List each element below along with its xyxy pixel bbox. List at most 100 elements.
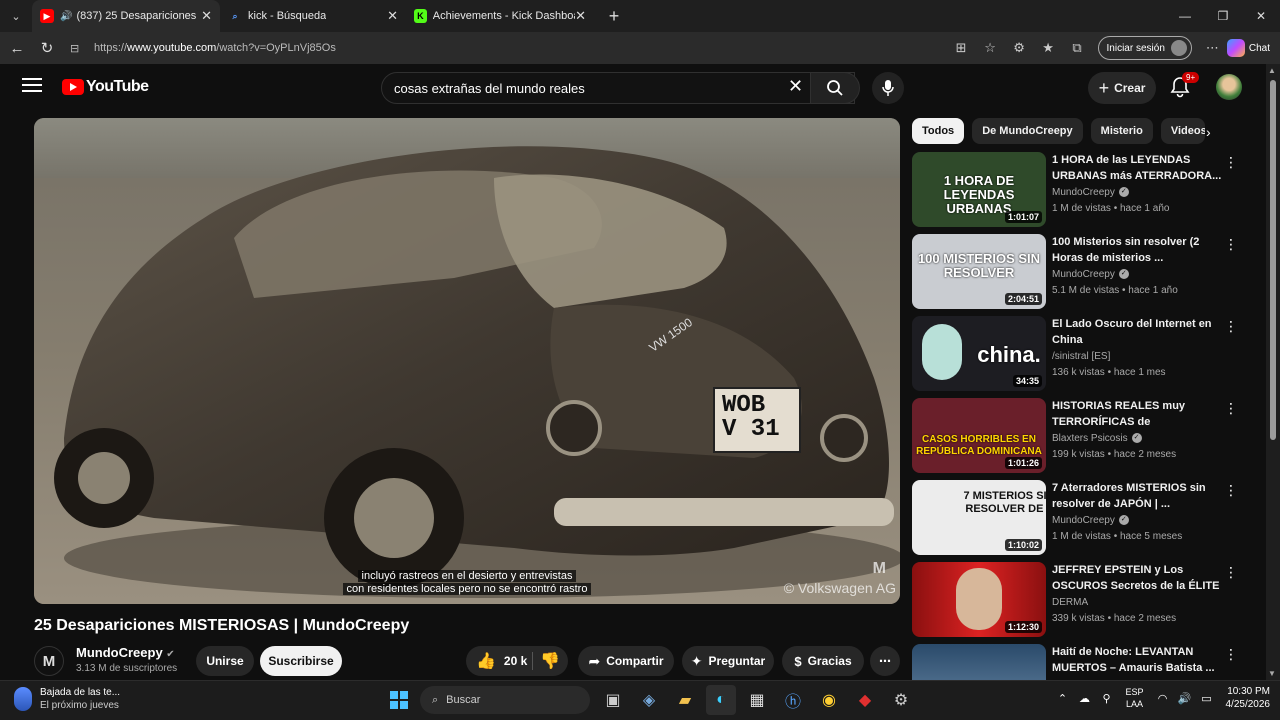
edge-browser-icon[interactable]: ◐ <box>706 685 736 715</box>
scrollbar-thumb[interactable] <box>1270 80 1276 440</box>
video-thumbnail[interactable]: 1 HORA DE LEYENDAS URBANAS 1:01:07 <box>912 152 1046 227</box>
chip-next-chevron-icon[interactable]: › <box>1206 124 1211 140</box>
video-thumbnail[interactable] <box>912 644 1046 680</box>
more-vert-icon[interactable]: ⋮ <box>1224 646 1238 663</box>
video-thumbnail[interactable]: 100 MISTERIOS SIN RESOLVER 2:04:51 <box>912 234 1046 309</box>
subscribe-button[interactable]: Suscribirse <box>260 646 342 676</box>
copilot-app-icon[interactable]: ◈ <box>634 685 664 715</box>
like-count[interactable]: 20 k <box>504 654 527 668</box>
speaker-icon[interactable]: 🔊 <box>60 11 72 22</box>
search-button[interactable] <box>810 72 860 104</box>
maximize-icon[interactable]: ❐ <box>1204 0 1242 32</box>
page-scrollbar[interactable]: ▲ ▼ <box>1266 64 1280 680</box>
copilot-chat-button[interactable]: Chat <box>1226 39 1280 57</box>
recommendation-title[interactable]: 1 HORA de las LEYENDAS URBANAS más ATERR… <box>1052 152 1222 184</box>
apps-icon[interactable]: ⊞ <box>947 32 976 64</box>
account-avatar[interactable] <box>1216 74 1242 100</box>
task-view-icon[interactable]: ▣ <box>598 685 628 715</box>
thanks-button[interactable]: $ Gracias <box>782 646 864 676</box>
recommendation-channel[interactable]: Blaxters Psicosis ✓ <box>1052 433 1142 444</box>
more-vert-icon[interactable]: ⋮ <box>1224 482 1238 499</box>
more-vert-icon[interactable]: ⋮ <box>1224 400 1238 417</box>
battery-icon[interactable]: ▭ <box>1196 692 1218 705</box>
close-tab-icon[interactable]: ✕ <box>387 8 398 24</box>
channel-name[interactable]: MundoCreepy ✔ <box>76 645 175 660</box>
clear-search-icon[interactable]: ✕ <box>788 76 803 97</box>
join-button[interactable]: Unirse <box>196 646 254 676</box>
chip-all[interactable]: Todos <box>912 118 965 144</box>
favorites-icon[interactable]: ★ <box>1034 32 1063 64</box>
share-button[interactable]: ➦ Compartir <box>578 646 674 676</box>
recommendation-title[interactable]: JEFFREY EPSTEIN y Los OSCUROS Secretos d… <box>1052 562 1222 594</box>
youtube-logo[interactable]: YouTube <box>62 78 149 96</box>
recommendation-item[interactable]: china. 34:35 El Lado Oscuro del Internet… <box>912 316 1242 394</box>
close-tab-icon[interactable]: ✕ <box>575 8 586 24</box>
tab-kick-dashboard[interactable]: K Achievements - Kick Dashboard ✕ <box>406 0 594 32</box>
minimize-icon[interactable]: — <box>1166 0 1204 32</box>
more-vert-icon[interactable]: ⋮ <box>1224 154 1238 171</box>
video-thumbnail[interactable]: 7 MISTERIOS SIN RESOLVER DE J 1:10:02 <box>912 480 1046 555</box>
signin-button[interactable]: Iniciar sesión <box>1097 36 1192 60</box>
tab-youtube[interactable]: ▶ 🔊 (837) 25 Desapariciones MIST ✕ <box>32 0 220 32</box>
close-window-icon[interactable]: ✕ <box>1242 0 1280 32</box>
wifi-icon[interactable]: ◠ <box>1152 692 1174 705</box>
more-vert-icon[interactable]: ⋮ <box>1224 564 1238 581</box>
show-hidden-icons-chevron-icon[interactable]: ⌃ <box>1051 692 1073 705</box>
create-button[interactable]: + Crear <box>1088 72 1156 104</box>
menu-hamburger-icon[interactable] <box>22 78 42 94</box>
recommendation-item[interactable]: 100 MISTERIOS SIN RESOLVER 2:04:51 100 M… <box>912 234 1242 312</box>
voice-search-button[interactable] <box>872 72 904 104</box>
file-explorer-icon[interactable]: ▰ <box>670 685 700 715</box>
recommendation-channel[interactable]: MundoCreepy ✓ <box>1052 269 1129 280</box>
channel-avatar[interactable]: M <box>34 646 64 676</box>
video-player[interactable]: WOB V 31 VW 1500 incluyó rastreos en el … <box>34 118 900 604</box>
reload-button[interactable]: ↻ <box>32 33 62 63</box>
hp-app-icon[interactable]: ⓗ <box>778 685 808 715</box>
more-actions-icon[interactable]: ⋯ <box>870 646 900 676</box>
search-input[interactable]: cosas extrañas del mundo reales <box>381 72 855 104</box>
recommendation-item[interactable]: CASOS HORRIBLES EN REPÚBLICA DOMINICANA … <box>912 398 1242 476</box>
recommendation-title[interactable]: 7 Aterradores MISTERIOS sin resolver de … <box>1052 480 1222 512</box>
more-options-icon[interactable]: ⋯ <box>1198 32 1227 64</box>
start-button[interactable] <box>384 685 414 715</box>
extension-icon[interactable]: ⚙ <box>1005 32 1034 64</box>
recommendation-item[interactable]: 1 HORA DE LEYENDAS URBANAS 1:01:07 1 HOR… <box>912 152 1242 230</box>
input-language[interactable]: ESP LAA <box>1125 686 1143 710</box>
chip-videos[interactable]: Videos <box>1160 118 1205 144</box>
back-button[interactable]: ← <box>2 33 32 63</box>
recommendation-channel[interactable]: DERMA <box>1052 597 1088 608</box>
system-clock[interactable]: 10:30 PM 4/25/2026 <box>1226 685 1271 711</box>
tab-kick-search[interactable]: ⌕ kick - Búsqueda ✕ <box>220 0 406 32</box>
volume-icon[interactable]: 🔊 <box>1174 692 1196 705</box>
video-thumbnail[interactable]: china. 34:35 <box>912 316 1046 391</box>
chrome-icon[interactable]: ◉ <box>814 685 844 715</box>
microsoft-store-icon[interactable]: ▦ <box>742 685 772 715</box>
usb-icon[interactable]: ⚲ <box>1095 692 1117 705</box>
recommendation-channel[interactable]: /sinistral [ES] <box>1052 351 1110 362</box>
video-thumbnail[interactable]: CASOS HORRIBLES EN REPÚBLICA DOMINICANA … <box>912 398 1046 473</box>
new-tab-button[interactable]: + <box>600 2 628 30</box>
scroll-down-icon[interactable]: ▼ <box>1268 669 1276 678</box>
chip-mystery[interactable]: Misterio <box>1090 118 1153 144</box>
ask-button[interactable]: ✦ Preguntar <box>682 646 774 676</box>
site-info-icon[interactable]: ⊟ <box>70 42 86 55</box>
recommendation-title[interactable]: El Lado Oscuro del Internet en China <box>1052 316 1222 348</box>
weather-widget[interactable]: Bajada de las te... El próximo jueves <box>14 687 120 711</box>
recommendation-channel[interactable]: MundoCreepy ✓ <box>1052 187 1129 198</box>
taskbar-search[interactable]: ⌕ Buscar <box>420 686 590 714</box>
recommendation-item[interactable]: 7 MISTERIOS SIN RESOLVER DE J 1:10:02 7 … <box>912 480 1242 558</box>
security-app-icon[interactable]: ◆ <box>850 685 880 715</box>
recommendation-item[interactable]: Haití de Noche: LEVANTAN MUERTOS – Amaur… <box>912 644 1242 680</box>
recommendation-title[interactable]: Haití de Noche: LEVANTAN MUERTOS – Amaur… <box>1052 644 1222 676</box>
address-bar[interactable]: ⊟ https://www.youtube.com/watch?v=OyPLnV… <box>62 35 958 61</box>
recommendation-channel[interactable]: MundoCreepy ✓ <box>1052 515 1129 526</box>
scroll-up-icon[interactable]: ▲ <box>1268 66 1276 75</box>
recommendation-item[interactable]: 1:12:30 JEFFREY EPSTEIN y Los OSCUROS Se… <box>912 562 1242 640</box>
recommendation-title[interactable]: HISTORIAS REALES muy TERRORÍFICAS de REP… <box>1052 398 1222 430</box>
close-tab-icon[interactable]: ✕ <box>201 8 212 24</box>
like-icon[interactable]: 👍 <box>476 651 496 671</box>
chip-from-channel[interactable]: De MundoCreepy <box>972 118 1083 144</box>
cloud-icon[interactable]: ☁ <box>1073 692 1095 705</box>
settings-gear-icon[interactable]: ⚙ <box>886 685 916 715</box>
video-thumbnail[interactable]: 1:12:30 <box>912 562 1046 637</box>
